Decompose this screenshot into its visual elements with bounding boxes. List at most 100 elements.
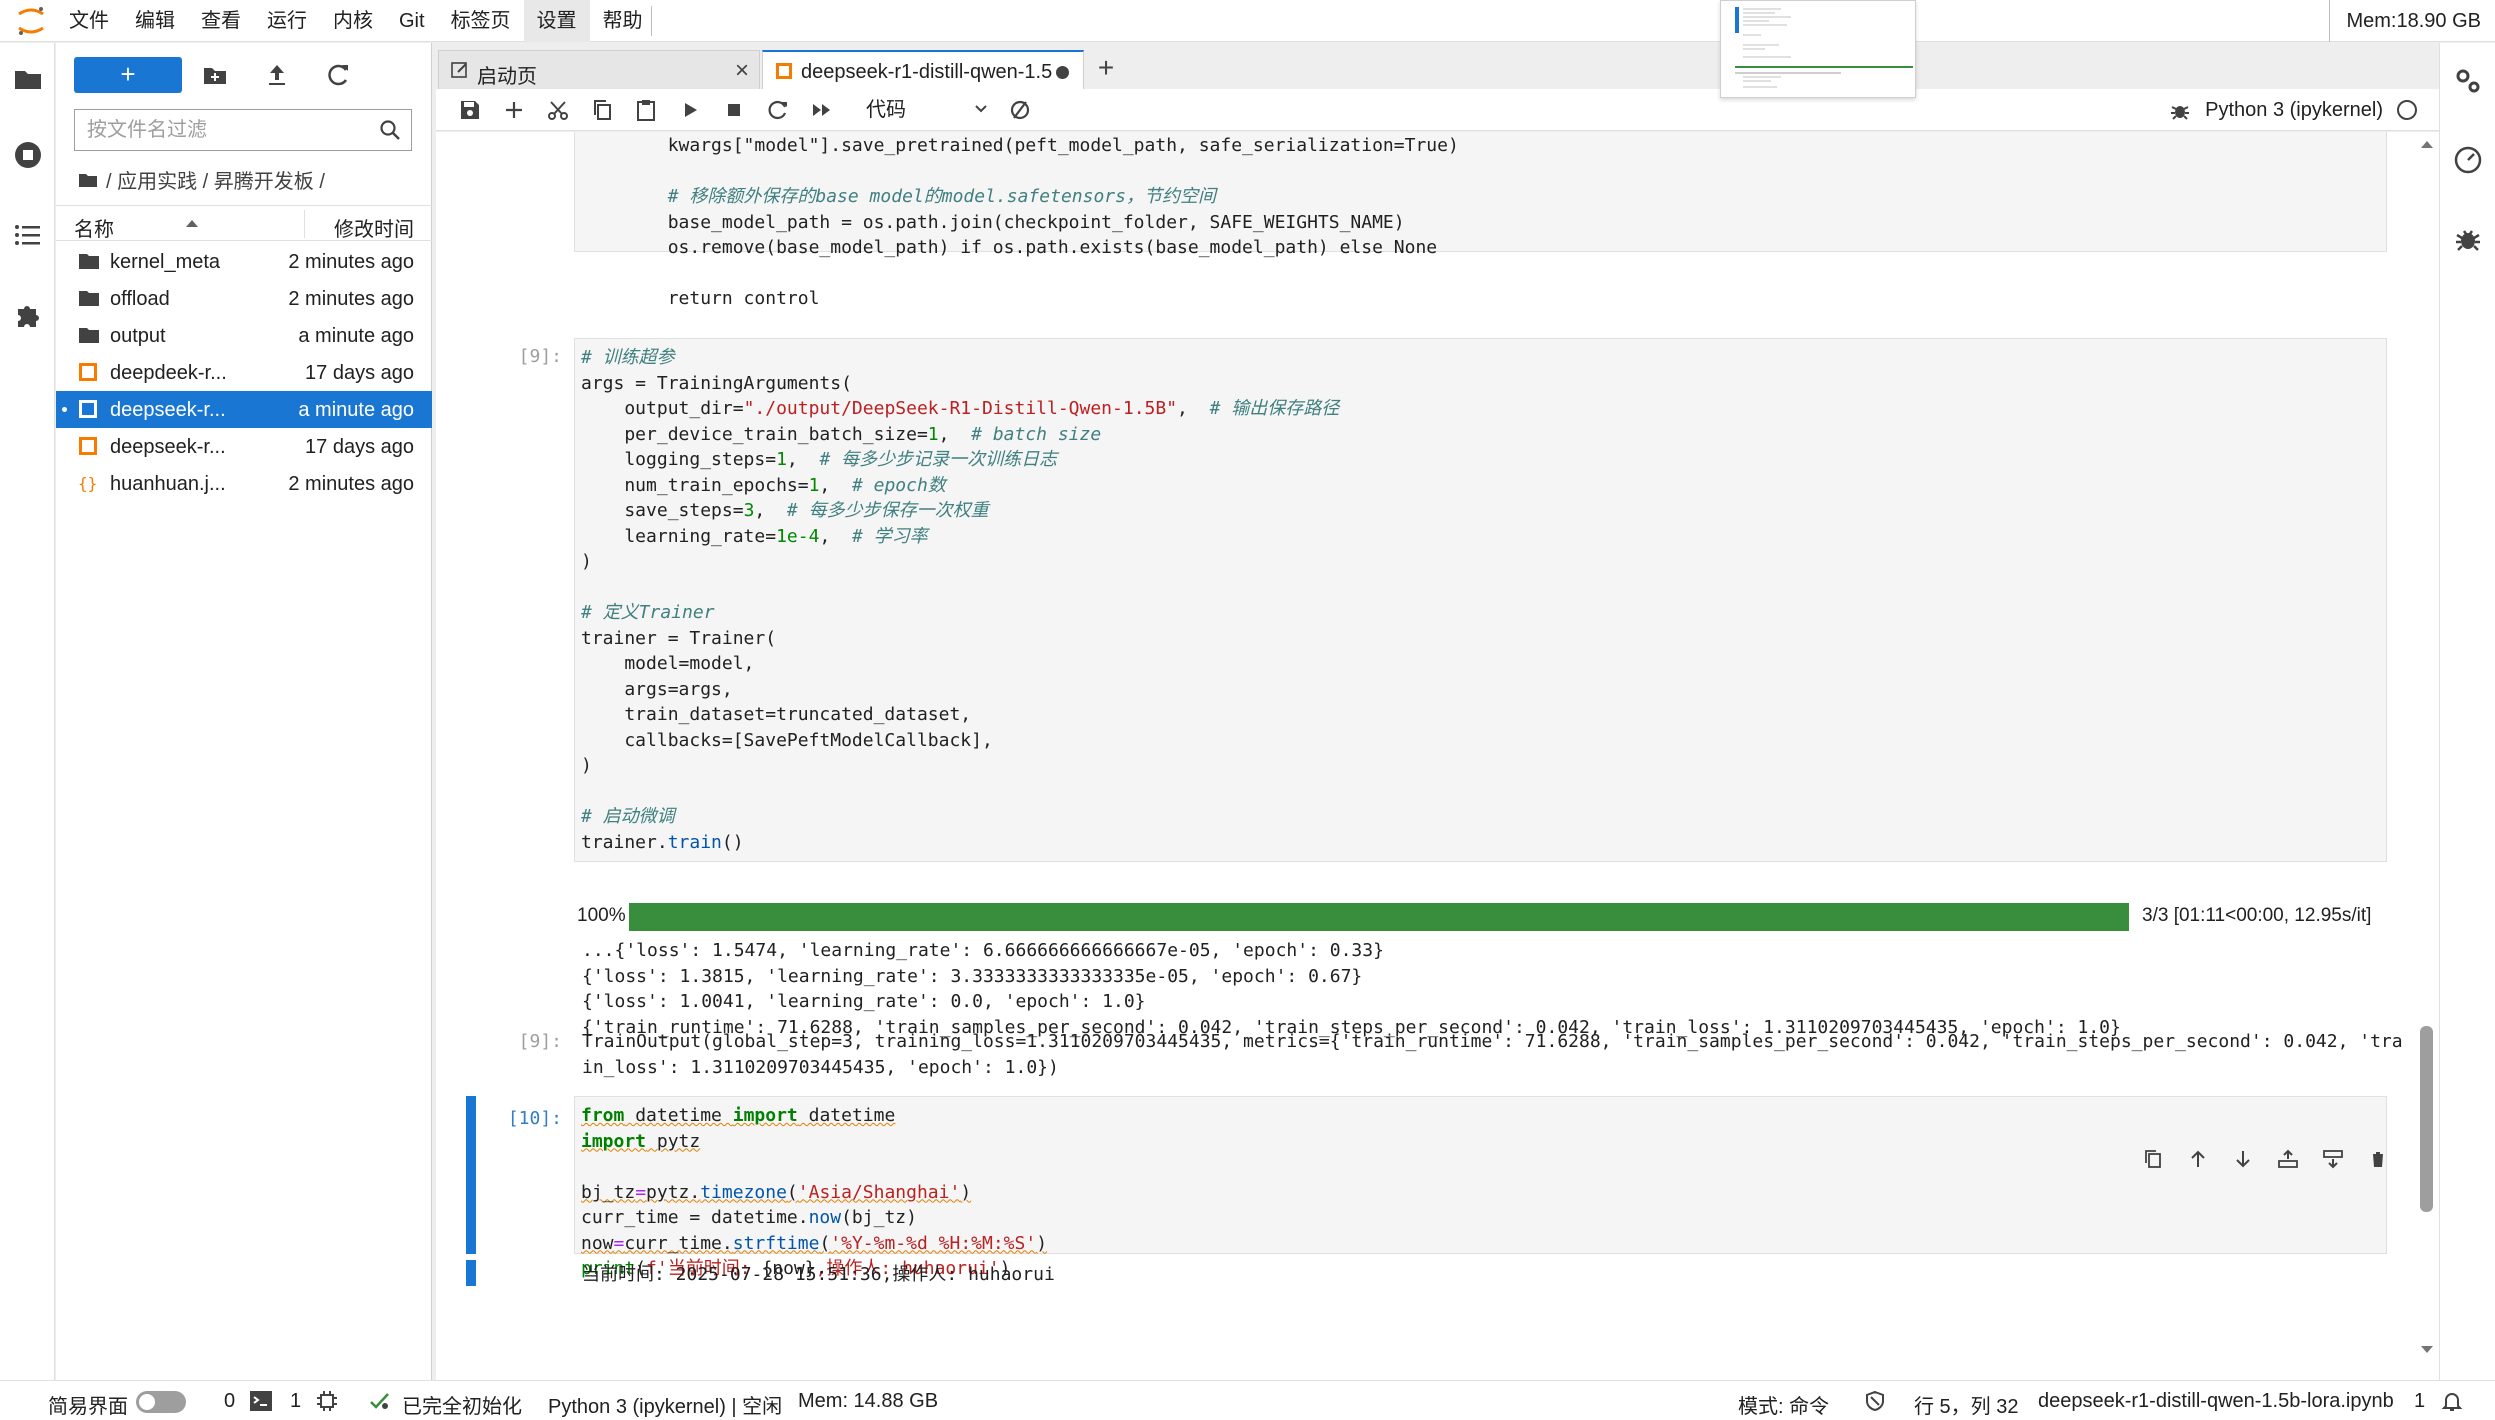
bell-icon[interactable] (2440, 1389, 2464, 1413)
new-launcher-button[interactable]: + (74, 57, 182, 93)
file-row[interactable]: deepdeek-r... 17 days ago (56, 354, 432, 391)
unsaved-dot-icon[interactable] (1056, 66, 1069, 79)
run-all-icon[interactable] (810, 98, 834, 122)
input-prompt: [9]: (518, 346, 562, 367)
tab-launcher[interactable]: 启动页 × (438, 50, 760, 89)
active-cell-indicator[interactable] (466, 1096, 476, 1254)
kernel-name[interactable]: Python 3 (ipykernel) (2205, 89, 2383, 131)
add-cell-icon[interactable] (502, 98, 526, 122)
insert-above-icon[interactable] (2265, 1145, 2310, 1173)
open-indicator-dot (62, 407, 67, 412)
stdout-line: {'loss': 1.0041, 'learning_rate': 0.0, '… (582, 991, 1146, 1012)
simple-mode-toggle[interactable] (136, 1391, 186, 1413)
file-row[interactable]: deepseek-r... 17 days ago (56, 428, 432, 465)
search-icon (380, 120, 400, 140)
new-tab-button[interactable]: + (1088, 51, 1124, 87)
stdout-line: ...{'loss': 1.5474, 'learning_rate': 6.6… (582, 940, 1384, 961)
tab-notebook[interactable]: deepseek-r1-distill-qwen-1.5 (762, 50, 1084, 90)
breadcrumb: / 应用实践 / 昇腾开发板 / (78, 165, 325, 194)
cell-actions (2130, 1145, 2400, 1173)
debugger-gauge-icon[interactable] (2452, 143, 2484, 175)
kernel-status[interactable]: Python 3 (ipykernel) | 空闲 (548, 1390, 782, 1419)
code-cell-source[interactable]: kwargs["model"].save_pretrained(peft_mod… (575, 132, 2386, 312)
file-row[interactable]: offload 2 minutes ago (56, 280, 432, 317)
notebook-panel[interactable]: kwargs["model"].save_pretrained(peft_mod… (436, 132, 2439, 1380)
cut-icon[interactable] (546, 98, 570, 122)
folder-icon[interactable] (12, 63, 44, 95)
file-filter-input[interactable] (75, 110, 355, 150)
save-icon[interactable] (458, 98, 482, 122)
menu-item[interactable]: 运行 (254, 0, 320, 42)
column-modified-header[interactable]: 修改时间 (334, 213, 414, 242)
file-row[interactable]: kernel_meta 2 minutes ago (56, 243, 432, 280)
delete-cell-icon[interactable] (2355, 1145, 2400, 1173)
upload-icon[interactable] (262, 60, 292, 90)
git-diff-icon[interactable] (1008, 98, 1032, 122)
file-filter-box[interactable] (74, 109, 412, 151)
input-prompt: [10]: (507, 1108, 562, 1129)
menu-item[interactable]: 文件 (56, 0, 122, 42)
file-list-header: 名称 修改时间 (56, 205, 432, 241)
file-row[interactable]: output a minute ago (56, 317, 432, 354)
duplicate-cell-icon[interactable] (2130, 1145, 2175, 1173)
cursor-position[interactable]: 行 5，列 32 (1914, 1390, 2018, 1419)
scrollbar-thumb[interactable] (2420, 1026, 2433, 1212)
file-row[interactable]: {} huanhuan.j... 2 minutes ago (56, 465, 432, 502)
paste-icon[interactable] (634, 98, 658, 122)
mode-status[interactable]: 模式: 命令 (1738, 1390, 1829, 1419)
cell-type-select[interactable]: 代码 (866, 96, 992, 124)
insert-below-icon[interactable] (2310, 1145, 2355, 1173)
menu-item[interactable]: 内核 (320, 0, 386, 42)
notebook-scrollbar[interactable] (2414, 132, 2439, 1380)
column-name-header[interactable]: 名称 (74, 213, 114, 242)
menu-item[interactable]: 标签页 (438, 0, 524, 42)
move-up-icon[interactable] (2175, 1145, 2220, 1173)
notebook-minimap[interactable] (1720, 0, 1916, 98)
code-cell-source[interactable]: from datetime import datetime import pyt… (575, 1097, 2386, 1282)
progress-bar (629, 903, 2129, 931)
toggle-knob (139, 1394, 155, 1410)
bug-icon[interactable] (2452, 223, 2484, 255)
run-icon[interactable] (678, 98, 702, 122)
refresh-icon[interactable] (324, 60, 354, 90)
stop-icon[interactable] (722, 98, 746, 122)
property-inspector-gears-icon[interactable] (2452, 65, 2484, 97)
debug-bug-icon[interactable] (2169, 99, 2191, 121)
restart-icon[interactable] (766, 98, 790, 122)
progress-percent: 100% (577, 905, 626, 926)
notebook-toolbar: 代码 Python 3 (ipykernel) (436, 89, 2439, 131)
folder-icon[interactable] (78, 171, 98, 189)
breadcrumb-path[interactable]: / 应用实践 / 昇腾开发板 / (106, 165, 325, 194)
close-icon[interactable]: × (735, 57, 749, 85)
menu-item[interactable]: 设置 (523, 0, 590, 42)
menu-item[interactable]: 查看 (188, 0, 254, 42)
jupyter-logo-icon[interactable] (14, 5, 48, 37)
kernel-chip-icon[interactable] (316, 1390, 338, 1412)
copy-icon[interactable] (590, 98, 614, 122)
notification-count[interactable]: 1 (2414, 1390, 2425, 1413)
terminal-count[interactable]: 0 (224, 1390, 235, 1413)
scroll-up-arrow-icon[interactable] (2419, 138, 2435, 150)
code-cell-editor[interactable]: from datetime import datetime import pyt… (574, 1096, 2387, 1279)
extension-status-icon[interactable] (368, 1389, 392, 1413)
menu-item[interactable]: 编辑 (122, 0, 188, 42)
running-stop-icon[interactable] (12, 139, 44, 171)
file-row[interactable]: deepseek-r... a minute ago (56, 391, 432, 428)
scroll-down-arrow-icon[interactable] (2419, 1344, 2435, 1356)
code-cell-editor[interactable]: kwargs["model"].save_pretrained(peft_mod… (574, 132, 2387, 309)
stdout-line: {'loss': 1.3815, 'learning_rate': 3.3333… (582, 965, 1363, 987)
file-name: offload (110, 288, 170, 310)
toc-list-icon[interactable] (12, 219, 44, 251)
move-down-icon[interactable] (2220, 1145, 2265, 1173)
active-output-indicator[interactable] (466, 1260, 476, 1286)
terminal-icon[interactable] (250, 1391, 272, 1411)
kernel-count[interactable]: 1 (290, 1390, 301, 1413)
menu-item[interactable]: Git (386, 0, 438, 42)
menubar: 文件 编辑 查看 运行 内核 Git 标签页 设置 帮助 Mem:18.90 GB (0, 0, 2495, 42)
extension-puzzle-icon[interactable] (12, 299, 44, 331)
trust-shield-icon[interactable] (1864, 1390, 1886, 1412)
new-folder-icon[interactable] (200, 60, 230, 90)
menu-item[interactable]: 帮助 (590, 0, 656, 42)
code-cell-editor[interactable]: # 训练超参 args = TrainingArguments( output_… (574, 338, 2387, 862)
code-cell-source[interactable]: # 训练超参 args = TrainingArguments( output_… (575, 339, 2386, 855)
